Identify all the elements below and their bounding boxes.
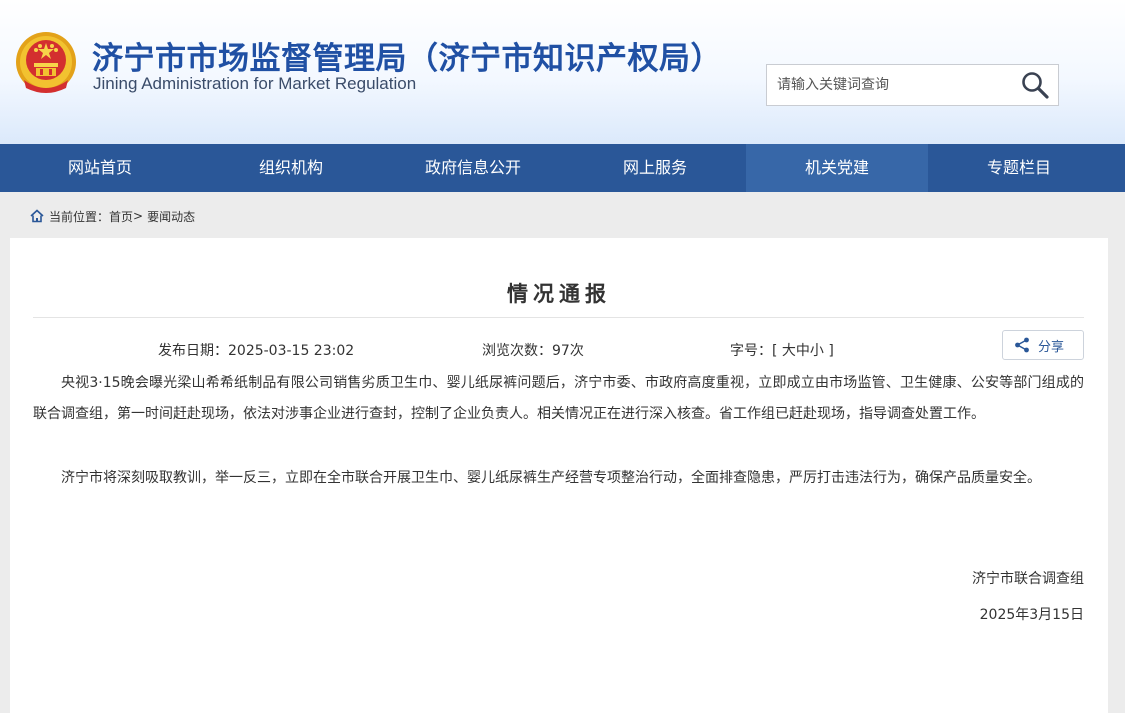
- share-icon: [1015, 337, 1029, 353]
- breadcrumb-current-link[interactable]: 要闻动态: [147, 208, 195, 225]
- article-paragraph-1: 央视3·15晚会曝光梁山希希纸制品有限公司销售劣质卫生巾、婴儿纸尿裤问题后，济宁…: [33, 375, 1084, 422]
- site-title: 济宁市市场监督管理局（济宁市知识产权局）: [92, 41, 722, 77]
- nav-item-party-building[interactable]: 机关党建: [746, 144, 928, 192]
- breadcrumb-home-link[interactable]: 首页: [109, 208, 133, 225]
- view-count-value: 97次: [552, 343, 584, 359]
- share-button[interactable]: 分享: [1002, 330, 1084, 360]
- publish-date-value: 2025-03-15 23:02: [228, 343, 355, 359]
- site-subtitle: Jining Administration for Market Regulat…: [93, 74, 417, 93]
- font-size-large[interactable]: 大: [782, 343, 796, 359]
- publish-date: 发布日期：2025-03-15 23:02: [158, 340, 354, 360]
- breadcrumb-prefix: 当前位置：: [49, 209, 110, 224]
- search-input[interactable]: [777, 74, 1007, 96]
- search-box: [766, 64, 1059, 106]
- site-header: 济宁市市场监督管理局（济宁市知识产权局） Jining Administrati…: [0, 0, 1125, 144]
- breadcrumb-separator: >: [133, 209, 144, 223]
- font-size-label: 字号：: [730, 343, 772, 359]
- share-label: 分享: [1038, 339, 1065, 355]
- search-icon[interactable]: [1020, 70, 1050, 100]
- nav-item-organization[interactable]: 组织机构: [200, 144, 382, 192]
- home-icon: [30, 209, 44, 223]
- nav-item-online-service[interactable]: 网上服务: [564, 144, 746, 192]
- bracket-close: ]: [828, 343, 834, 359]
- font-size-small[interactable]: 小: [810, 343, 824, 359]
- nav-item-home[interactable]: 网站首页: [0, 144, 200, 192]
- view-count: 浏览次数：97次: [482, 340, 584, 360]
- nav-item-gov-info[interactable]: 政府信息公开: [382, 144, 564, 192]
- nav-item-special-topics[interactable]: 专题栏目: [928, 144, 1110, 192]
- article-card: 情况通报 发布日期：2025-03-15 23:02 浏览次数：97次 字号：[…: [10, 238, 1108, 713]
- article-signature: 济宁市联合调查组: [972, 571, 1084, 587]
- article-paragraph-2: 济宁市将深刻吸取教训，举一反三，立即在全市联合开展卫生巾、婴儿纸尿裤生产经营专项…: [61, 470, 1041, 486]
- article-sign-date: 2025年3月15日: [979, 607, 1084, 623]
- view-count-label: 浏览次数：: [482, 343, 552, 359]
- main-nav: 网站首页 组织机构 政府信息公开 网上服务 机关党建 专题栏目: [0, 144, 1125, 192]
- bracket-open: [: [772, 343, 778, 359]
- font-size-medium[interactable]: 中: [796, 343, 810, 359]
- title-divider: [33, 317, 1084, 318]
- article-title: 情况通报: [507, 282, 611, 306]
- breadcrumb: 当前位置： 首页 > 要闻动态: [30, 207, 195, 225]
- font-size-switcher: 字号：[ 大中小 ]: [730, 340, 834, 360]
- publish-date-label: 发布日期：: [158, 343, 228, 359]
- national-emblem-logo[interactable]: [14, 30, 78, 96]
